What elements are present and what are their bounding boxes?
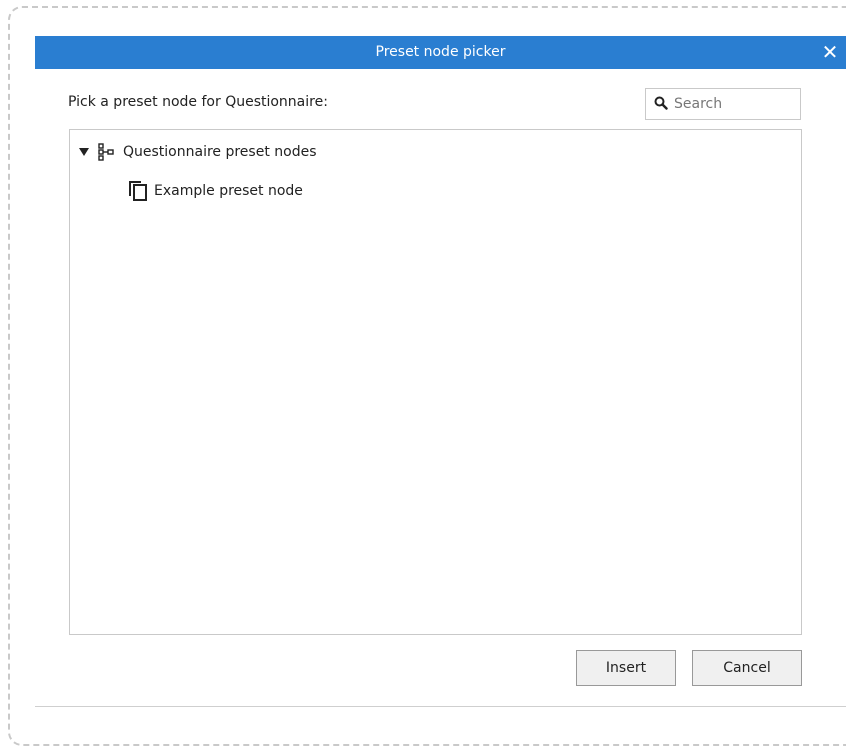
copy-icon: [129, 181, 147, 201]
preset-tree: Questionnaire preset nodes Example prese…: [69, 129, 802, 635]
search-box[interactable]: [645, 88, 801, 120]
close-icon[interactable]: ✕: [816, 36, 844, 69]
cancel-button[interactable]: Cancel: [692, 650, 802, 686]
tree-node-root[interactable]: Questionnaire preset nodes: [78, 139, 317, 165]
search-icon: [654, 96, 668, 110]
search-input[interactable]: [674, 93, 794, 115]
insert-button[interactable]: Insert: [576, 650, 676, 686]
expand-triangle-icon[interactable]: [78, 146, 90, 158]
dialog-titlebar: Preset node picker ✕: [35, 36, 846, 69]
picker-prompt: Pick a preset node for Questionnaire:: [68, 94, 328, 110]
tree-node-label: Example preset node: [154, 183, 303, 199]
hierarchy-icon: [98, 143, 114, 161]
tree-node-child[interactable]: Example preset node: [128, 178, 303, 204]
dialog-title: Preset node picker: [375, 44, 506, 60]
preset-node-picker-dialog: Preset node picker ✕ Pick a preset node …: [35, 36, 846, 707]
tree-node-label: Questionnaire preset nodes: [123, 144, 317, 160]
